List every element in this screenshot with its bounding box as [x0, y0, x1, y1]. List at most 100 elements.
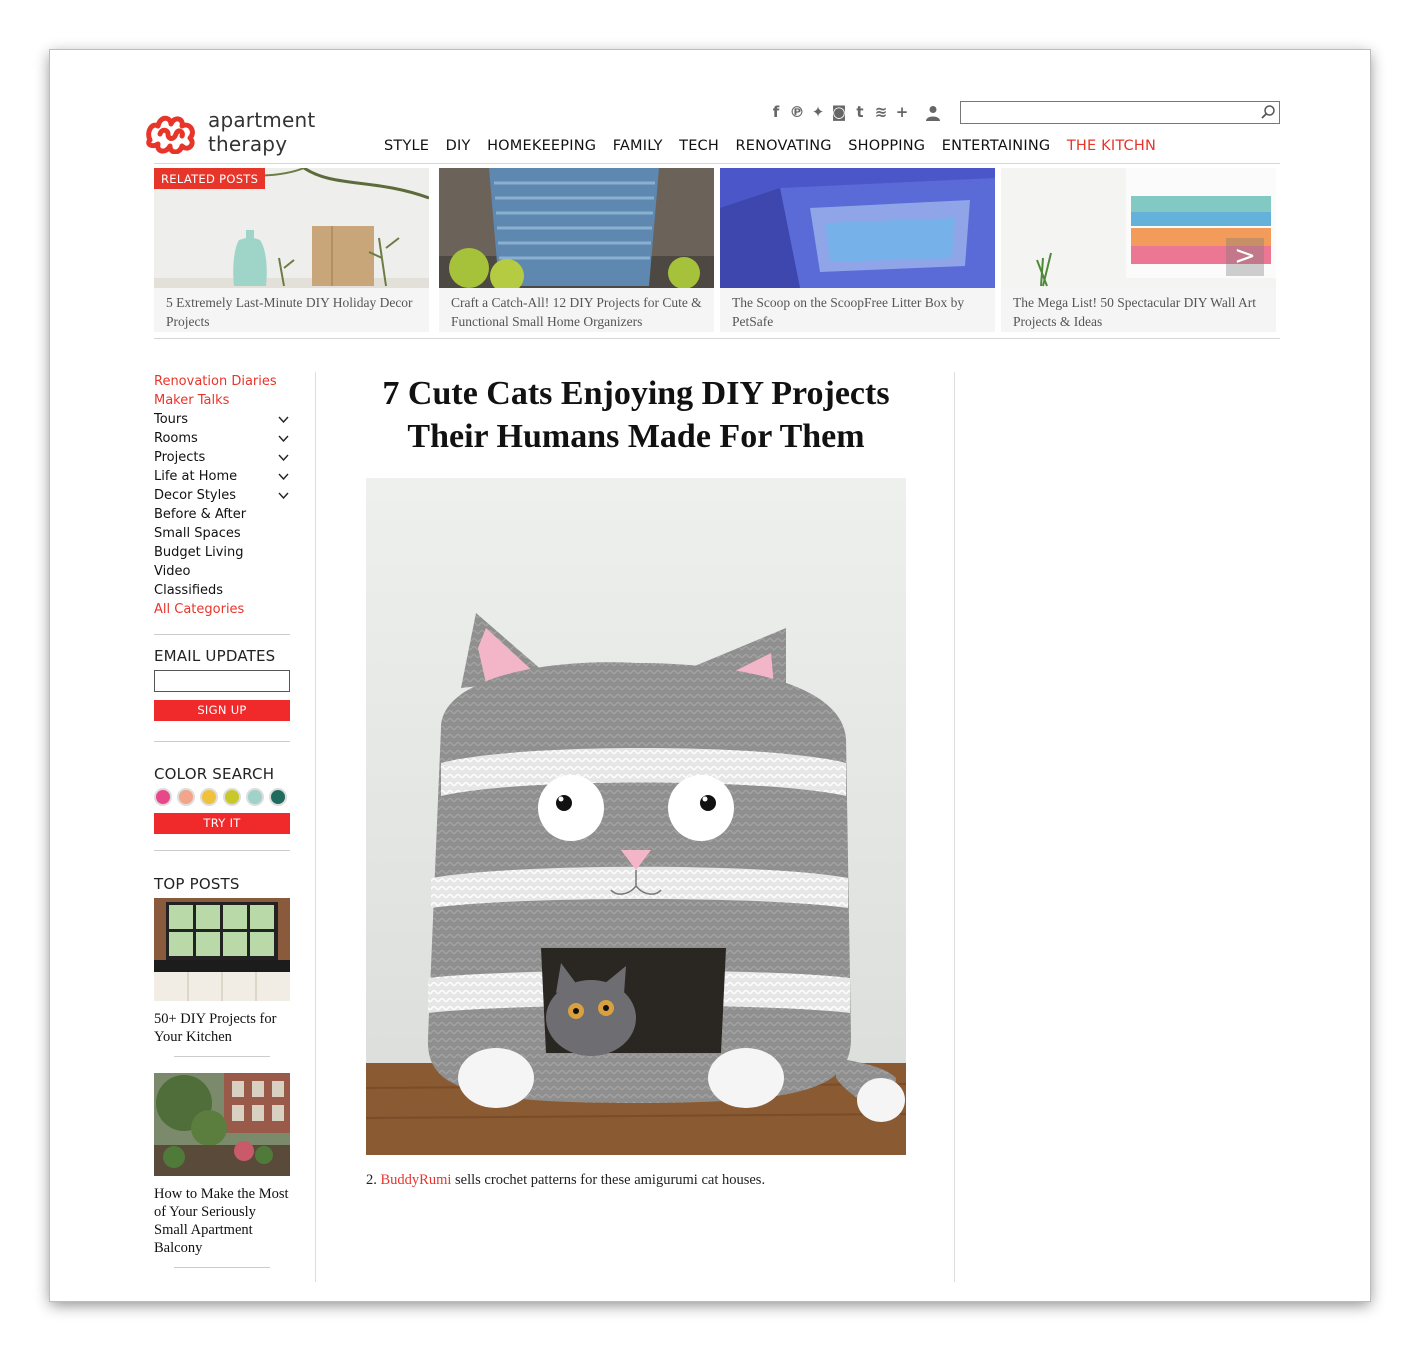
nav-tech[interactable]: TECH — [679, 138, 719, 154]
category-label: Projects — [154, 450, 206, 465]
top-post-item[interactable]: 50+ DIY Projects for Your Kitchen — [154, 898, 290, 1046]
category-small-spaces[interactable]: Small Spaces — [154, 524, 290, 543]
chevron-down-icon[interactable] — [278, 435, 289, 442]
sidebar-divider — [154, 741, 290, 742]
article-title: 7 Cute Cats Enjoying DIY Projects Their … — [382, 375, 890, 455]
sidebar-divider — [154, 634, 290, 635]
instagram-icon[interactable]: ◙ — [831, 103, 847, 121]
category-list: Renovation Diaries Maker Talks Tours Roo… — [154, 372, 290, 619]
rss-icon[interactable]: ≋ — [873, 103, 889, 121]
related-caption: Craft a Catch-All! 12 DIY Projects for C… — [451, 295, 702, 329]
chevron-down-icon[interactable] — [278, 473, 289, 480]
plus-icon[interactable]: + — [894, 103, 910, 121]
color-swatch[interactable] — [154, 788, 172, 806]
color-swatch[interactable] — [200, 788, 218, 806]
category-before-after[interactable]: Before & After — [154, 505, 290, 524]
category-label: Budget Living — [154, 545, 244, 560]
related-caption: 5 Extremely Last-Minute DIY Holiday Deco… — [166, 295, 413, 329]
chevron-down-icon[interactable] — [278, 492, 289, 499]
header-divider — [154, 163, 1280, 164]
logo-mark-icon — [146, 115, 195, 154]
category-tours[interactable]: Tours — [154, 410, 290, 429]
search-icon[interactable] — [1260, 104, 1276, 120]
nav-diy[interactable]: DIY — [446, 138, 471, 154]
email-field[interactable] — [154, 670, 290, 692]
carousel-next-button[interactable]: > — [1226, 238, 1264, 276]
top-post-item[interactable]: How to Make the Most of Your Seriously S… — [154, 1073, 290, 1257]
top-posts: TOP POSTS 50+ DIY Projects for Your Kitc… — [154, 875, 290, 1268]
sidebar: Renovation Diaries Maker Talks Tours Roo… — [154, 372, 290, 1268]
category-label: All Categories — [154, 602, 245, 617]
color-swatch[interactable] — [223, 788, 241, 806]
logo-line-1: apartment — [208, 108, 316, 132]
top-post-thumbnail — [154, 1073, 290, 1176]
nav-shopping[interactable]: SHOPPING — [848, 138, 925, 154]
article-image — [366, 478, 906, 1155]
related-card[interactable]: 5 Extremely Last-Minute DIY Holiday Deco… — [154, 168, 429, 332]
related-thumbnail — [439, 168, 714, 288]
category-label: Small Spaces — [154, 526, 241, 541]
facebook-icon[interactable]: f — [768, 103, 784, 121]
caption-number: 2. — [366, 1172, 377, 1188]
related-caption: The Scoop on the ScoopFree Litter Box by… — [732, 295, 965, 329]
top-post-title: 50+ DIY Projects for Your Kitchen — [154, 1011, 277, 1045]
logo-line-2: therapy — [208, 132, 288, 156]
color-search: COLOR SEARCH TRY IT — [154, 765, 290, 834]
category-rooms[interactable]: Rooms — [154, 429, 290, 448]
social-links: f ℗ ✦ ◙ t ≋ + — [768, 103, 910, 121]
color-swatch[interactable] — [177, 788, 195, 806]
related-card[interactable]: The Scoop on the ScoopFree Litter Box by… — [720, 168, 995, 332]
color-swatch[interactable] — [246, 788, 264, 806]
category-budget-living[interactable]: Budget Living — [154, 543, 290, 562]
category-classifieds[interactable]: Classifieds — [154, 581, 290, 600]
related-card[interactable]: > The Mega List! 50 Spectacular DIY Wall… — [1001, 168, 1276, 332]
user-icon[interactable] — [926, 105, 940, 121]
related-card[interactable]: Craft a Catch-All! 12 DIY Projects for C… — [439, 168, 714, 332]
nav-homekeeping[interactable]: HOMEKEEPING — [487, 138, 596, 154]
top-post-divider — [174, 1267, 270, 1268]
article-caption: 2. BuddyRumi sells crochet patterns for … — [366, 1172, 765, 1189]
top-post-thumbnail — [154, 898, 290, 1001]
category-label: Classifieds — [154, 583, 224, 598]
color-swatch[interactable] — [269, 788, 287, 806]
chevron-down-icon[interactable] — [278, 454, 289, 461]
related-thumbnail: > — [1001, 168, 1276, 288]
category-label: Renovation Diaries — [154, 374, 277, 389]
browser-window: apartment therapy f ℗ ✦ ◙ t ≋ + STYLE DI… — [50, 50, 1370, 1301]
category-projects[interactable]: Projects — [154, 448, 290, 467]
site-logo[interactable]: apartment therapy — [144, 108, 315, 156]
related-posts-label: RELATED POSTS — [154, 168, 266, 189]
nav-family[interactable]: FAMILY — [613, 138, 663, 154]
sidebar-separator — [315, 372, 316, 1282]
chevron-down-icon[interactable] — [278, 416, 289, 423]
category-maker-talks[interactable]: Maker Talks — [154, 391, 290, 410]
search-input[interactable] — [961, 102, 1251, 123]
category-label: Before & After — [154, 507, 247, 522]
twitter-icon[interactable]: ✦ — [810, 103, 826, 121]
category-label: Video — [154, 564, 191, 579]
content-separator — [954, 372, 955, 1282]
nav-the-kitchn[interactable]: THE KITCHN — [1067, 138, 1156, 154]
try-it-button[interactable]: TRY IT — [154, 813, 290, 834]
email-updates-heading: EMAIL UPDATES — [154, 647, 276, 665]
nav-entertaining[interactable]: ENTERTAINING — [942, 138, 1051, 154]
sign-up-button[interactable]: SIGN UP — [154, 700, 290, 721]
color-swatches — [154, 788, 290, 806]
category-label: Decor Styles — [154, 488, 237, 503]
category-all-categories[interactable]: All Categories — [154, 600, 290, 619]
top-post-title: How to Make the Most of Your Seriously S… — [154, 1186, 289, 1256]
nav-renovating[interactable]: RENOVATING — [736, 138, 832, 154]
pinterest-icon[interactable]: ℗ — [789, 103, 805, 121]
color-search-heading: COLOR SEARCH — [154, 765, 275, 783]
top-post-divider — [174, 1056, 270, 1057]
email-updates: EMAIL UPDATES SIGN UP — [154, 647, 290, 721]
category-life-at-home[interactable]: Life at Home — [154, 467, 290, 486]
tumblr-icon[interactable]: t — [852, 103, 868, 121]
category-video[interactable]: Video — [154, 562, 290, 581]
nav-style[interactable]: STYLE — [384, 138, 429, 154]
main-nav: STYLE DIY HOMEKEEPING FAMILY TECH RENOVA… — [384, 138, 1173, 154]
category-renovation-diaries[interactable]: Renovation Diaries — [154, 372, 290, 391]
caption-link-buddyrumi[interactable]: BuddyRumi — [381, 1172, 452, 1188]
category-decor-styles[interactable]: Decor Styles — [154, 486, 290, 505]
related-caption: The Mega List! 50 Spectacular DIY Wall A… — [1013, 295, 1256, 329]
